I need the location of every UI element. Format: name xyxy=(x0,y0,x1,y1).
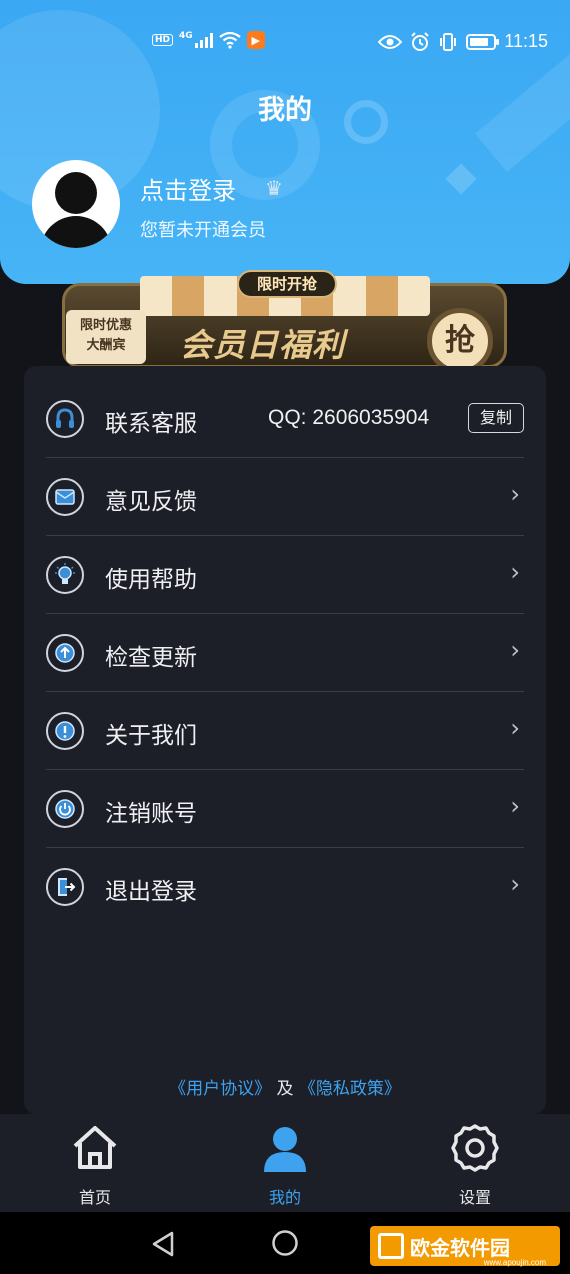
user-agreement-link[interactable]: 《用户协议》 xyxy=(169,1079,271,1099)
tab-label: 我的 xyxy=(268,1188,301,1207)
battery-icon xyxy=(466,33,500,50)
app-notification-icon: ▶ xyxy=(246,31,265,49)
menu-item-label: 关于我们 xyxy=(105,723,197,749)
network-type: 4G xyxy=(179,31,193,41)
promo-line-1: 限时优惠 xyxy=(79,318,132,333)
vibrate-icon xyxy=(440,32,457,51)
vip-status: 您暂未开通会员 xyxy=(140,220,266,241)
avatar[interactable] xyxy=(32,160,120,248)
menu-item-help[interactable]: 使用帮助 › xyxy=(46,536,524,614)
tab-settings[interactable]: 设置 xyxy=(425,1122,525,1208)
eye-icon xyxy=(378,34,403,49)
privacy-policy-link[interactable]: 《隐私政策》 xyxy=(299,1079,401,1099)
login-button[interactable]: 点击登录 xyxy=(140,171,236,206)
watermark-url: www.apoujin.com xyxy=(483,1258,546,1267)
back-icon[interactable] xyxy=(150,1230,176,1258)
banner-headline: 会员日福利 xyxy=(180,326,346,364)
menu-item-check-update[interactable]: 检查更新 › xyxy=(46,614,524,692)
limited-time-tag: 限时开抢 xyxy=(237,270,337,298)
gear-icon xyxy=(451,1124,499,1172)
menu-card: 联系客服 QQ: 2606035904 复制 意见反馈 › 使用帮助 › 检查更… xyxy=(24,366,546,1114)
home-icon xyxy=(73,1126,117,1169)
menu-item-label: 注销账号 xyxy=(105,801,197,827)
power-icon xyxy=(46,790,84,828)
crown-icon: ♛ xyxy=(265,176,283,200)
menu-item-contact-service[interactable]: 联系客服 QQ: 2606035904 复制 xyxy=(46,380,524,458)
promo-box: 限时优惠 大酬宾 xyxy=(66,310,146,364)
copy-button[interactable]: 复制 xyxy=(468,403,524,433)
home-circle-icon[interactable] xyxy=(271,1229,299,1257)
alarm-icon xyxy=(411,31,429,51)
tab-label: 设置 xyxy=(458,1188,491,1207)
promo-line-2: 大酬宾 xyxy=(86,338,126,353)
vip-day-banner[interactable]: 限时开抢 限时优惠 大酬宾 会员日福利 抢 xyxy=(62,268,507,374)
info-icon xyxy=(46,712,84,750)
feedback-mail-icon xyxy=(46,478,84,516)
avatar-body-shape xyxy=(40,216,112,248)
menu-item-feedback[interactable]: 意见反馈 › xyxy=(46,458,524,536)
user-icon xyxy=(264,1127,306,1172)
menu-item-label: 意见反馈 xyxy=(105,489,197,515)
menu-item-delete-account[interactable]: 注销账号 › xyxy=(46,770,524,848)
tab-home[interactable]: 首页 xyxy=(45,1122,145,1208)
wifi-icon xyxy=(218,31,241,49)
chevron-right-icon: › xyxy=(510,480,520,508)
qq-number: QQ: 2606035904 xyxy=(268,406,430,429)
menu-item-about-us[interactable]: 关于我们 › xyxy=(46,692,524,770)
profile-header: HD 4G ▶ 11:15 我的 点击登录 ♛ 您暂未开通会员 xyxy=(0,0,570,284)
status-bar: HD 4G ▶ 11:15 xyxy=(0,28,570,58)
grab-button[interactable]: 抢 xyxy=(427,308,493,374)
chevron-right-icon: › xyxy=(510,792,520,820)
agreement-links: 《用户协议》 及 《隐私政策》 xyxy=(0,1074,570,1099)
menu-item-label: 联系客服 xyxy=(105,411,197,437)
chevron-right-icon: › xyxy=(510,870,520,898)
watermark-logo-icon xyxy=(378,1233,404,1259)
tab-mine[interactable]: 我的 xyxy=(235,1122,335,1208)
chevron-right-icon: › xyxy=(510,636,520,664)
upload-arrow-icon xyxy=(46,634,84,672)
bottom-tab-bar: 首页 我的 设置 xyxy=(0,1114,570,1212)
lightbulb-icon xyxy=(46,556,84,594)
clock: 11:15 xyxy=(504,31,548,51)
menu-item-logout[interactable]: 退出登录 › xyxy=(46,848,524,926)
watermark-text: 欧金软件园 xyxy=(410,1235,510,1260)
chevron-right-icon: › xyxy=(510,558,520,586)
menu-item-label: 使用帮助 xyxy=(105,567,197,593)
chevron-right-icon: › xyxy=(510,714,520,742)
headset-icon xyxy=(46,400,84,438)
menu-item-label: 退出登录 xyxy=(105,879,197,905)
menu-item-label: 检查更新 xyxy=(105,645,197,671)
agreement-conjunction: 及 xyxy=(276,1079,294,1099)
hd-badge: HD xyxy=(152,34,174,46)
signal-icon xyxy=(194,32,213,48)
logout-icon xyxy=(46,868,84,906)
tab-label: 首页 xyxy=(78,1188,111,1207)
page-title: 我的 xyxy=(258,95,312,126)
avatar-head-shape xyxy=(55,172,97,214)
decorative-diamond xyxy=(445,163,477,195)
